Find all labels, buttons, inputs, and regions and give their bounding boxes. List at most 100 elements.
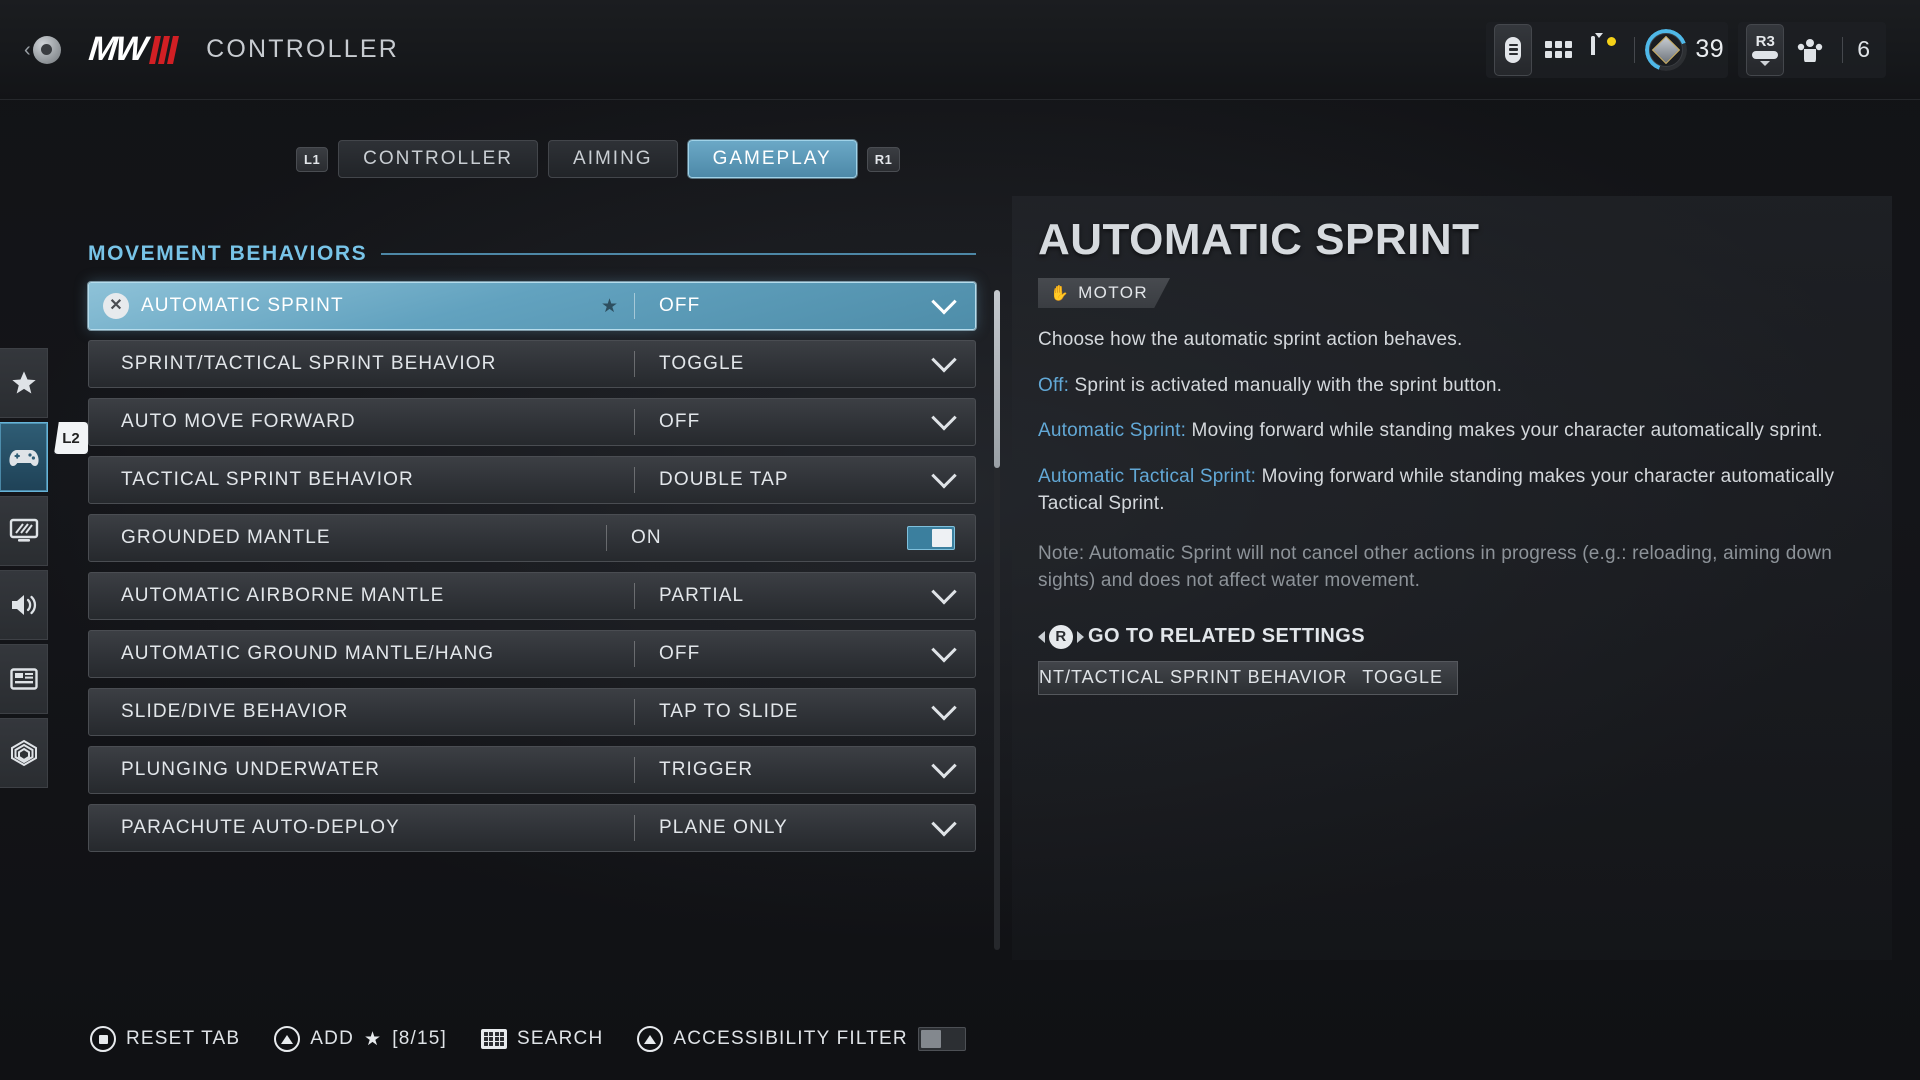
search-button[interactable]: SEARCH	[480, 1028, 603, 1050]
star-icon	[11, 371, 36, 394]
hud-group-left: 39	[1486, 21, 1729, 78]
settings-list: MOVEMENT BEHAVIORS ✕ AUTOMATIC SPRINT ★ …	[88, 242, 976, 852]
r-button-icon: R	[1049, 624, 1073, 649]
setting-value: TAP TO SLIDE	[659, 701, 799, 722]
setting-row-automatic-ground-mantle-hang[interactable]: AUTOMATIC GROUND MANTLE/HANG OFF	[88, 630, 976, 678]
detail-description: Choose how the automatic sprint action b…	[1038, 329, 1463, 350]
option-description-automatic-tactical-sprint: Automatic Tactical Sprint: Moving forwar…	[1038, 463, 1862, 518]
apps-button[interactable]	[1536, 22, 1580, 78]
divider	[1842, 36, 1844, 63]
tab-controller[interactable]: CONTROLLER	[338, 140, 539, 178]
rank-level: 39	[1695, 35, 1725, 63]
setting-label: AUTOMATIC GROUND MANTLE/HANG	[121, 643, 495, 664]
chevron-left-icon: ‹	[24, 38, 31, 61]
category-badge: ✋ MOTOR	[1038, 278, 1171, 308]
related-setting-card[interactable]: INT/TACTICAL SPRINT BEHAVIOR TOGGLE	[1038, 660, 1458, 695]
notifications-button[interactable]	[1580, 22, 1624, 78]
back-circle-icon	[32, 35, 61, 64]
rail-item-accessibility[interactable]	[0, 718, 48, 788]
related-settings-header[interactable]: R GO TO RELATED SETTINGS	[1038, 624, 1862, 649]
chevron-right-icon	[1077, 630, 1084, 643]
logo-text: MW	[86, 30, 148, 68]
setting-row-parachute-auto-deploy[interactable]: PARACHUTE AUTO-DEPLOY PLANE ONLY	[88, 804, 976, 852]
rail-item-graphics[interactable]	[0, 496, 48, 566]
setting-row-tactical-sprint-behavior[interactable]: TACTICAL SPRINT BEHAVIOR DOUBLE TAP	[88, 456, 976, 504]
accessibility-filter-toggle[interactable]	[917, 1027, 966, 1051]
chevron-down-icon[interactable]	[931, 811, 957, 837]
rank-emblem-icon	[1645, 28, 1688, 71]
setting-row-grounded-mantle[interactable]: GROUNDED MANTLE ON	[88, 514, 976, 562]
related-settings-label: GO TO RELATED SETTINGS	[1088, 625, 1365, 648]
related-setting-label: INT/TACTICAL SPRINT BEHAVIOR	[1038, 667, 1348, 688]
hand-icon: ✋	[1050, 285, 1071, 302]
related-setting-value: TOGGLE	[1362, 667, 1443, 688]
badge-label: MOTOR	[1078, 283, 1149, 302]
chevron-down-icon[interactable]	[931, 463, 957, 489]
toggle-switch[interactable]	[907, 526, 955, 550]
speaker-icon	[11, 595, 36, 615]
chevron-down-icon[interactable]	[931, 695, 957, 721]
squad-icon	[1798, 38, 1823, 62]
setting-row-plunging-underwater[interactable]: PLUNGING UNDERWATER TRIGGER	[88, 746, 976, 794]
star-icon: ★	[364, 1028, 383, 1050]
chevron-down-icon[interactable]	[931, 405, 957, 431]
page-title: CONTROLLER	[206, 35, 399, 63]
setting-value: TOGGLE	[659, 353, 745, 374]
top-bar: ‹ MW CONTROLLER 39 R3 6	[0, 0, 1920, 100]
chevron-down-icon[interactable]	[931, 753, 957, 779]
chevron-down-icon[interactable]	[931, 289, 957, 315]
rail-item-audio[interactable]	[0, 570, 48, 640]
right-bumper-badge: R1	[866, 146, 901, 172]
setting-row-slide-dive-behavior[interactable]: SLIDE/DIVE BEHAVIOR TAP TO SLIDE	[88, 688, 976, 736]
rail-item-controller[interactable]	[0, 422, 48, 492]
l2-badge: L2	[54, 422, 88, 454]
setting-value: ON	[631, 527, 662, 548]
setting-label: AUTOMATIC SPRINT	[141, 295, 344, 316]
setting-row-automatic-airborne-mantle[interactable]: AUTOMATIC AIRBORNE MANTLE PARTIAL	[88, 572, 976, 620]
r3-button[interactable]: R3	[1746, 23, 1785, 76]
logo-numerals-icon	[149, 35, 180, 64]
setting-value: PLANE ONLY	[659, 817, 788, 838]
rail-item-favorites[interactable]	[0, 348, 48, 418]
scrollbar-thumb[interactable]	[994, 290, 1000, 468]
squad-button[interactable]	[1788, 22, 1832, 78]
setting-value: OFF	[659, 411, 701, 432]
option-name: Automatic Tactical Sprint:	[1038, 465, 1257, 487]
setting-value: PARTIAL	[659, 585, 745, 606]
setting-value: TRIGGER	[659, 759, 754, 780]
setting-label: TACTICAL SPRINT BEHAVIOR	[121, 469, 414, 490]
category-rail: L2	[0, 348, 88, 788]
setting-row-automatic-sprint[interactable]: ✕ AUTOMATIC SPRINT ★ OFF	[88, 282, 976, 330]
back-button[interactable]: ‹	[24, 35, 61, 64]
reset-tab-label: RESET TAB	[126, 1028, 241, 1049]
tab-gameplay[interactable]: GAMEPLAY	[687, 140, 857, 178]
setting-value: OFF	[659, 295, 701, 316]
detail-title: AUTOMATIC SPRINT	[1038, 215, 1480, 264]
apps-grid-icon	[1544, 41, 1572, 58]
option-name: Off:	[1038, 374, 1070, 396]
reset-tab-button[interactable]: RESET TAB	[90, 1026, 240, 1052]
scrollbar-track[interactable]	[994, 290, 1000, 950]
option-text: Sprint is activated manually with the sp…	[1069, 374, 1503, 396]
add-favorite-button[interactable]: ADD ★ [8/15]	[274, 1026, 447, 1052]
setting-row-sprint-tactical-sprint-behavior[interactable]: SPRINT/TACTICAL SPRINT BEHAVIOR TOGGLE	[88, 340, 976, 388]
detail-note: Note: Automatic Sprint will not cancel o…	[1038, 542, 1832, 592]
add-count: [8/15]	[392, 1028, 447, 1049]
setting-label: SPRINT/TACTICAL SPRINT BEHAVIOR	[121, 353, 497, 374]
chevron-left-icon	[1038, 630, 1045, 643]
option-text: Moving forward while standing makes your…	[1186, 420, 1823, 442]
rail-item-interface[interactable]	[0, 644, 48, 714]
battery-button[interactable]	[1494, 23, 1533, 76]
tab-aiming[interactable]: AIMING	[548, 140, 678, 178]
rank-display[interactable]: 39	[1645, 22, 1724, 78]
notification-dot-icon	[1607, 36, 1617, 46]
accessibility-filter-button[interactable]: ACCESSIBILITY FILTER	[637, 1026, 966, 1052]
setting-row-auto-move-forward[interactable]: AUTO MOVE FORWARD OFF	[88, 398, 976, 446]
chevron-down-icon[interactable]	[931, 579, 957, 605]
favorite-star-icon[interactable]: ★	[601, 295, 618, 318]
chevron-down-icon[interactable]	[931, 637, 957, 663]
option-description-automatic-sprint: Automatic Sprint: Moving forward while s…	[1038, 417, 1862, 445]
chevron-down-icon[interactable]	[931, 347, 957, 373]
setting-value: OFF	[659, 643, 701, 664]
option-description-off: Off: Sprint is activated manually with t…	[1038, 372, 1862, 400]
